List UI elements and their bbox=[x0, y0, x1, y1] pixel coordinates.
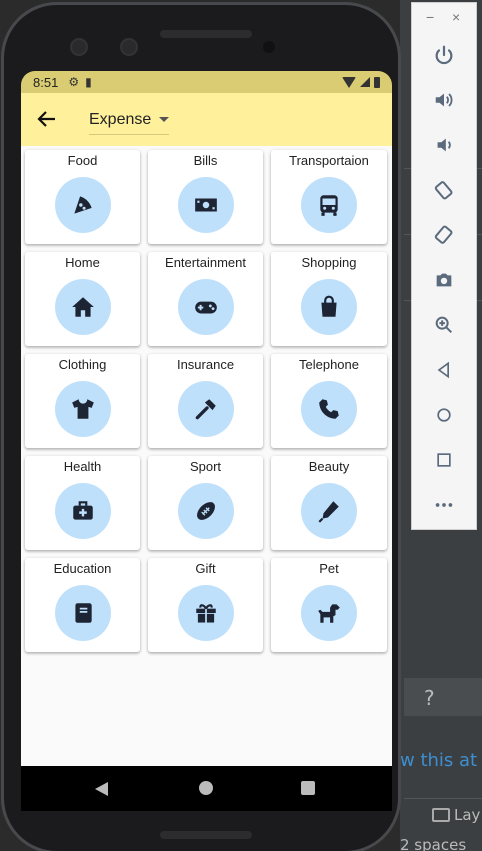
shopping-bag-icon bbox=[301, 279, 357, 335]
category-tile-beauty[interactable]: Beauty bbox=[271, 456, 387, 550]
tshirt-icon bbox=[54, 381, 111, 437]
layout-inspector-button[interactable]: Lay bbox=[430, 806, 482, 824]
caret-down-icon bbox=[159, 117, 170, 122]
emulator-toolbar: − × bbox=[411, 2, 477, 530]
sd-card-icon: ▮ bbox=[85, 75, 92, 89]
front-camera bbox=[70, 38, 88, 56]
category-label: Transportaion bbox=[289, 153, 369, 168]
android-nav-bar bbox=[21, 766, 392, 811]
more-icon[interactable] bbox=[430, 491, 458, 519]
category-tile-home[interactable]: Home bbox=[25, 252, 140, 346]
volume-down-icon[interactable] bbox=[430, 131, 458, 159]
category-tile-clothing[interactable]: Clothing bbox=[25, 354, 140, 448]
category-label: Clothing bbox=[58, 357, 107, 372]
pen-icon bbox=[301, 483, 357, 539]
back-arrow-icon[interactable] bbox=[35, 107, 59, 131]
indent-status[interactable]: 2 spaces bbox=[400, 836, 482, 851]
bottom-speaker bbox=[160, 831, 252, 839]
money-icon bbox=[177, 177, 234, 233]
category-tile-food[interactable]: Food bbox=[25, 150, 140, 244]
category-label: Entertainment bbox=[165, 255, 246, 270]
category-label: Gift bbox=[195, 561, 216, 576]
rotate-right-icon[interactable] bbox=[430, 221, 458, 249]
football-icon bbox=[177, 483, 234, 539]
emulator-minimize-button[interactable]: − bbox=[426, 9, 434, 25]
status-bar: 8:51 ⚙ ▮ bbox=[21, 71, 392, 93]
category-label: Education bbox=[53, 561, 112, 576]
nav-home-icon[interactable] bbox=[199, 781, 213, 795]
medical-kit-icon bbox=[54, 483, 111, 539]
category-tile-gift[interactable]: Gift bbox=[148, 558, 263, 652]
category-tile-shopping[interactable]: Shopping bbox=[271, 252, 387, 346]
battery-icon bbox=[374, 76, 380, 88]
back-triangle-icon[interactable] bbox=[430, 356, 458, 384]
category-tile-insurance[interactable]: Insurance bbox=[148, 354, 263, 448]
nav-back-icon[interactable] bbox=[95, 782, 108, 796]
wifi-icon bbox=[342, 76, 356, 88]
app-bar: Expense bbox=[21, 93, 392, 146]
book-icon bbox=[54, 585, 111, 641]
category-label: Food bbox=[67, 153, 98, 168]
category-tile-health[interactable]: Health bbox=[25, 456, 140, 550]
ide-help-button[interactable]: ? bbox=[424, 686, 435, 710]
category-tile-telephone[interactable]: Telephone bbox=[271, 354, 387, 448]
ide-help-bar bbox=[404, 678, 482, 716]
front-camera bbox=[120, 38, 138, 56]
dog-icon bbox=[301, 585, 357, 641]
pizza-icon bbox=[54, 177, 111, 233]
category-tile-transportation[interactable]: Transportaion bbox=[271, 150, 387, 244]
sensor bbox=[263, 41, 275, 53]
category-tile-bills[interactable]: Bills bbox=[148, 150, 263, 244]
cell-signal-icon bbox=[360, 77, 370, 87]
power-icon[interactable] bbox=[430, 41, 458, 69]
phone-screen: 8:51 ⚙ ▮ Expense Food Bills Transportaio… bbox=[21, 71, 392, 811]
category-label: Shopping bbox=[301, 255, 357, 270]
bus-icon bbox=[301, 177, 357, 233]
earpiece bbox=[160, 30, 252, 38]
type-dropdown-value: Expense bbox=[89, 110, 152, 128]
category-label: Sport bbox=[189, 459, 222, 474]
category-grid: Food Bills Transportaion Home Entertainm… bbox=[25, 150, 389, 652]
phone-frame: 8:51 ⚙ ▮ Expense Food Bills Transportaio… bbox=[1, 2, 401, 851]
ide-divider bbox=[404, 798, 482, 799]
zoom-icon[interactable] bbox=[430, 311, 458, 339]
category-label: Insurance bbox=[176, 357, 235, 372]
category-tile-education[interactable]: Education bbox=[25, 558, 140, 652]
home-circle-icon[interactable] bbox=[430, 401, 458, 429]
hammer-icon bbox=[177, 381, 234, 437]
settings-gear-icon: ⚙ bbox=[68, 75, 80, 89]
category-label: Home bbox=[65, 255, 100, 270]
category-label: Beauty bbox=[308, 459, 350, 474]
overview-square-icon[interactable] bbox=[430, 446, 458, 474]
category-tile-sport[interactable]: Sport bbox=[148, 456, 263, 550]
category-label: Telephone bbox=[299, 357, 359, 372]
status-time: 8:51 bbox=[33, 74, 59, 90]
category-tile-pet[interactable]: Pet bbox=[271, 558, 387, 652]
rotate-left-icon[interactable] bbox=[430, 176, 458, 204]
volume-up-icon[interactable] bbox=[430, 86, 458, 114]
house-icon bbox=[54, 279, 111, 335]
category-label: Pet bbox=[319, 561, 339, 576]
emulator-close-button[interactable]: × bbox=[452, 9, 460, 25]
gamepad-icon bbox=[177, 279, 234, 335]
ide-link[interactable]: w this at s bbox=[400, 750, 482, 771]
nav-recents-icon[interactable] bbox=[301, 781, 315, 795]
category-label: Bills bbox=[193, 153, 218, 168]
camera-icon[interactable] bbox=[430, 266, 458, 294]
category-tile-entertainment[interactable]: Entertainment bbox=[148, 252, 263, 346]
phone-icon bbox=[301, 381, 357, 437]
layout-inspector-label: Lay bbox=[454, 806, 481, 824]
category-list: Food Bills Transportaion Home Entertainm… bbox=[21, 146, 392, 766]
type-dropdown[interactable]: Expense bbox=[89, 105, 170, 135]
gift-icon bbox=[177, 585, 234, 641]
category-label: Health bbox=[63, 459, 102, 474]
